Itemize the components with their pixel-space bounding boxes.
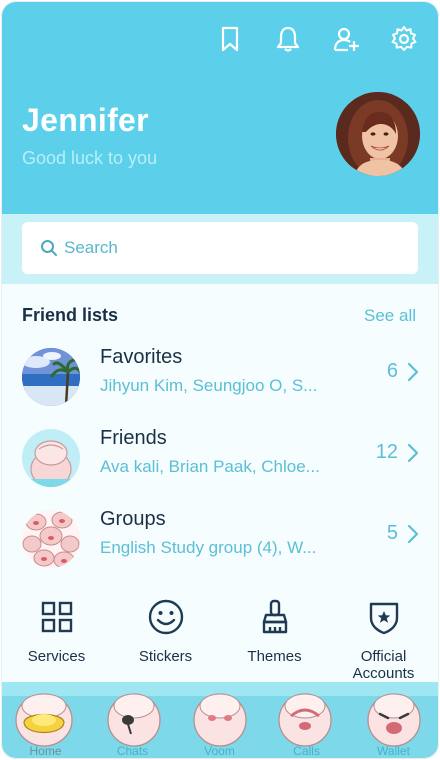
gear-icon[interactable] bbox=[390, 24, 418, 54]
friend-list-count: 6 bbox=[386, 360, 398, 382]
app-screen: Jennifer Good luck to you Search Friend … bbox=[2, 2, 438, 758]
themes-button[interactable]: Themes bbox=[220, 594, 329, 674]
chevron-right-icon bbox=[407, 443, 419, 463]
chevron-right-icon bbox=[407, 524, 419, 544]
tab-label-calls: Calls bbox=[293, 744, 320, 758]
see-all-link[interactable]: See all bbox=[364, 306, 416, 326]
smiley-icon bbox=[148, 599, 184, 635]
friend-list-friends[interactable]: Friends Ava kali, Brian Paak, Chloe... 1… bbox=[2, 423, 438, 493]
tab-label-voom: Voom bbox=[204, 744, 235, 758]
friend-list-members: Ava kali, Brian Paak, Chloe... bbox=[100, 457, 320, 476]
friends-thumbnail bbox=[22, 429, 80, 487]
official-accounts-button[interactable]: Official Accounts bbox=[329, 594, 438, 682]
friend-list-favorites[interactable]: Favorites Jihyun Kim, Seungjoo O, S... 6 bbox=[2, 342, 438, 412]
official-accounts-label: Official Accounts bbox=[352, 648, 415, 682]
profile-name[interactable]: Jennifer bbox=[22, 102, 149, 139]
chevron-right-icon bbox=[407, 362, 419, 382]
profile-header: Jennifer Good luck to you bbox=[2, 2, 438, 214]
services-button[interactable]: Services bbox=[2, 594, 111, 674]
search-icon bbox=[41, 240, 57, 256]
bookmark-icon[interactable] bbox=[216, 24, 244, 54]
avatar[interactable] bbox=[336, 92, 420, 176]
tab-label-wallet: Wallet bbox=[377, 744, 410, 758]
tab-label-chats: Chats bbox=[116, 744, 149, 758]
friend-list-count: 12 bbox=[375, 441, 398, 463]
stickers-label: Stickers bbox=[138, 648, 193, 665]
stickers-button[interactable]: Stickers bbox=[111, 594, 220, 674]
shield-star-icon bbox=[369, 602, 399, 635]
friend-list-members: English Study group (4), W... bbox=[100, 538, 317, 557]
friend-list-members: Jihyun Kim, Seungjoo O, S... bbox=[100, 376, 318, 395]
status-message[interactable]: Good luck to you bbox=[22, 148, 157, 169]
favorites-thumbnail bbox=[22, 348, 80, 406]
search-placeholder: Search bbox=[64, 238, 118, 257]
bell-icon[interactable] bbox=[274, 24, 302, 54]
tab-wallet[interactable]: Wallet bbox=[350, 682, 437, 758]
friend-list-title: Favorites bbox=[100, 346, 183, 368]
tab-label-home: Home bbox=[29, 744, 62, 758]
brush-icon bbox=[262, 599, 288, 634]
tab-home[interactable]: Home bbox=[2, 682, 89, 758]
tab-calls[interactable]: Calls bbox=[263, 682, 350, 758]
themes-label: Themes bbox=[247, 648, 302, 665]
header-actions bbox=[216, 24, 418, 54]
friend-list-groups[interactable]: Groups English Study group (4), W... 5 bbox=[2, 504, 438, 574]
tab-voom[interactable]: Voom bbox=[176, 682, 263, 758]
friend-list-title: Friends bbox=[100, 427, 167, 449]
services-label: Services bbox=[27, 648, 86, 665]
tab-chats[interactable]: Chats bbox=[89, 682, 176, 758]
grid-icon bbox=[41, 601, 73, 633]
add-friend-icon[interactable] bbox=[332, 24, 360, 54]
bottom-tab-bar: Home Chats Voom Calls Wallet bbox=[2, 682, 438, 758]
search-bar-area: Search bbox=[2, 214, 438, 284]
friend-list-count: 5 bbox=[386, 522, 398, 544]
friend-list-title: Groups bbox=[100, 508, 166, 530]
quick-menu: Services Stickers Themes Official Accoun… bbox=[2, 594, 438, 684]
friend-lists-title: Friend lists bbox=[22, 305, 119, 325]
search-input[interactable]: Search bbox=[22, 222, 418, 274]
groups-thumbnail bbox=[22, 510, 80, 568]
